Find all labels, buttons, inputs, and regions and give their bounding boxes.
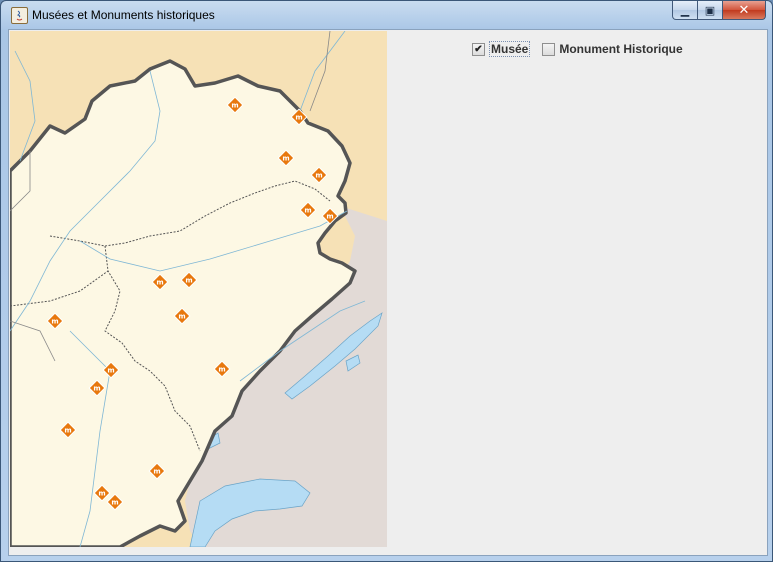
java-icon xyxy=(11,7,28,24)
monument-check-box[interactable] xyxy=(542,42,556,56)
content-panel: mmmmmmmmmmmmmmmmm ✔ Musée Monument Histo… xyxy=(8,29,768,556)
svg-text:m: m xyxy=(98,490,105,498)
musee-label[interactable]: Musée xyxy=(489,41,531,57)
monument-label[interactable]: Monument Historique xyxy=(559,42,682,56)
monument-checkbox[interactable]: Monument Historique xyxy=(542,42,683,56)
svg-text:m: m xyxy=(295,114,302,122)
region-map: mmmmmmm mmmmmmmmmm xyxy=(10,31,387,547)
svg-text:m: m xyxy=(51,318,58,326)
map-panel[interactable]: mmmmmmmmmmmmmmmmm xyxy=(10,31,387,547)
svg-text:m: m xyxy=(315,172,322,180)
close-icon: ✕ xyxy=(738,2,750,18)
svg-text:m: m xyxy=(326,213,333,221)
svg-text:m: m xyxy=(304,207,311,215)
svg-text:m: m xyxy=(64,427,71,435)
svg-text:m: m xyxy=(111,499,118,507)
checkmark-icon: ✔ xyxy=(474,43,483,55)
maximize-icon: ▣ xyxy=(704,3,716,17)
close-button[interactable]: ✕ xyxy=(723,1,766,20)
svg-text:m: m xyxy=(178,313,185,321)
minimize-button[interactable]: ▁ xyxy=(672,1,698,20)
title-bar[interactable]: Musées et Monuments historiques ▁ ▣ ✕ xyxy=(1,1,772,29)
svg-text:m: m xyxy=(185,277,192,285)
musee-check-box[interactable]: ✔ xyxy=(472,42,485,56)
minimize-icon: ▁ xyxy=(680,3,690,17)
maximize-button[interactable]: ▣ xyxy=(698,1,723,20)
svg-text:m: m xyxy=(218,366,225,374)
application-window: Musées et Monuments historiques ▁ ▣ ✕ m … xyxy=(0,0,773,562)
svg-text:m: m xyxy=(107,367,114,375)
filter-controls: ✔ Musée Monument Historique xyxy=(472,41,695,57)
svg-text:m: m xyxy=(282,155,289,163)
musee-checkbox[interactable]: ✔ Musée xyxy=(472,41,531,57)
svg-text:m: m xyxy=(231,102,238,110)
svg-text:m: m xyxy=(93,385,100,393)
window-title: Musées et Monuments historiques xyxy=(32,8,215,22)
svg-text:m: m xyxy=(153,468,160,476)
svg-text:m: m xyxy=(156,279,163,287)
